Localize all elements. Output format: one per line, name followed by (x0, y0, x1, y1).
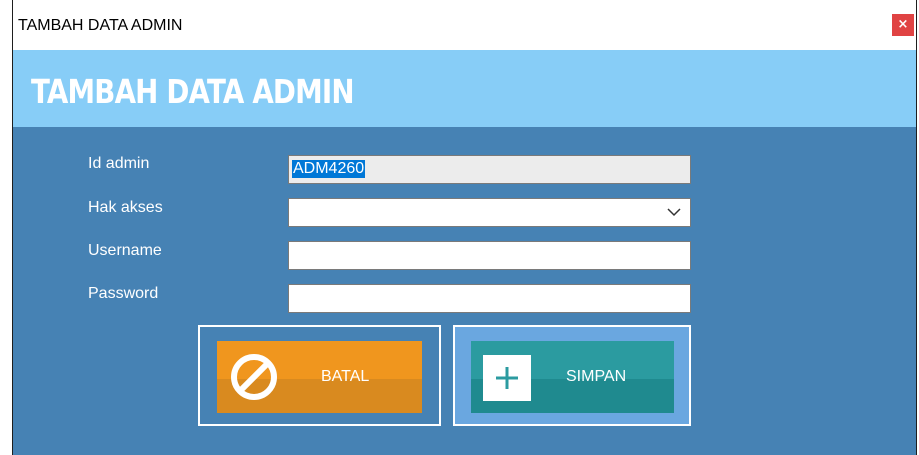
window-title: TAMBAH DATA ADMIN (18, 17, 183, 34)
close-button[interactable]: × (892, 14, 914, 36)
password-label: Password (88, 285, 159, 302)
password-field[interactable] (288, 284, 691, 313)
chevron-down-icon (667, 208, 681, 217)
cancel-icon (231, 354, 277, 400)
header-banner: TAMBAH DATA ADMIN (13, 50, 916, 127)
id-admin-label: Id admin (88, 155, 150, 172)
plus-icon (496, 367, 518, 389)
banner-title: TAMBAH DATA ADMIN (31, 72, 355, 111)
id-admin-field[interactable]: ADM4260 (288, 155, 691, 184)
simpan-button-frame: SIMPAN (453, 325, 691, 426)
hak-akses-label: Hak akses (88, 199, 163, 216)
dialog-window: TAMBAH DATA ADMIN × TAMBAH DATA ADMIN Id… (12, 0, 917, 455)
batal-button-frame: BATAL (198, 325, 441, 426)
plus-icon-box (483, 355, 531, 401)
title-bar[interactable]: TAMBAH DATA ADMIN × (13, 0, 916, 50)
username-label: Username (88, 242, 162, 259)
hak-akses-dropdown[interactable] (288, 198, 691, 227)
simpan-button[interactable]: SIMPAN (471, 341, 674, 413)
batal-button[interactable]: BATAL (217, 341, 422, 413)
id-admin-value: ADM4260 (292, 160, 366, 178)
batal-button-label: BATAL (321, 368, 370, 385)
username-field[interactable] (288, 241, 691, 270)
close-icon: × (897, 17, 909, 32)
simpan-button-label: SIMPAN (566, 368, 627, 385)
